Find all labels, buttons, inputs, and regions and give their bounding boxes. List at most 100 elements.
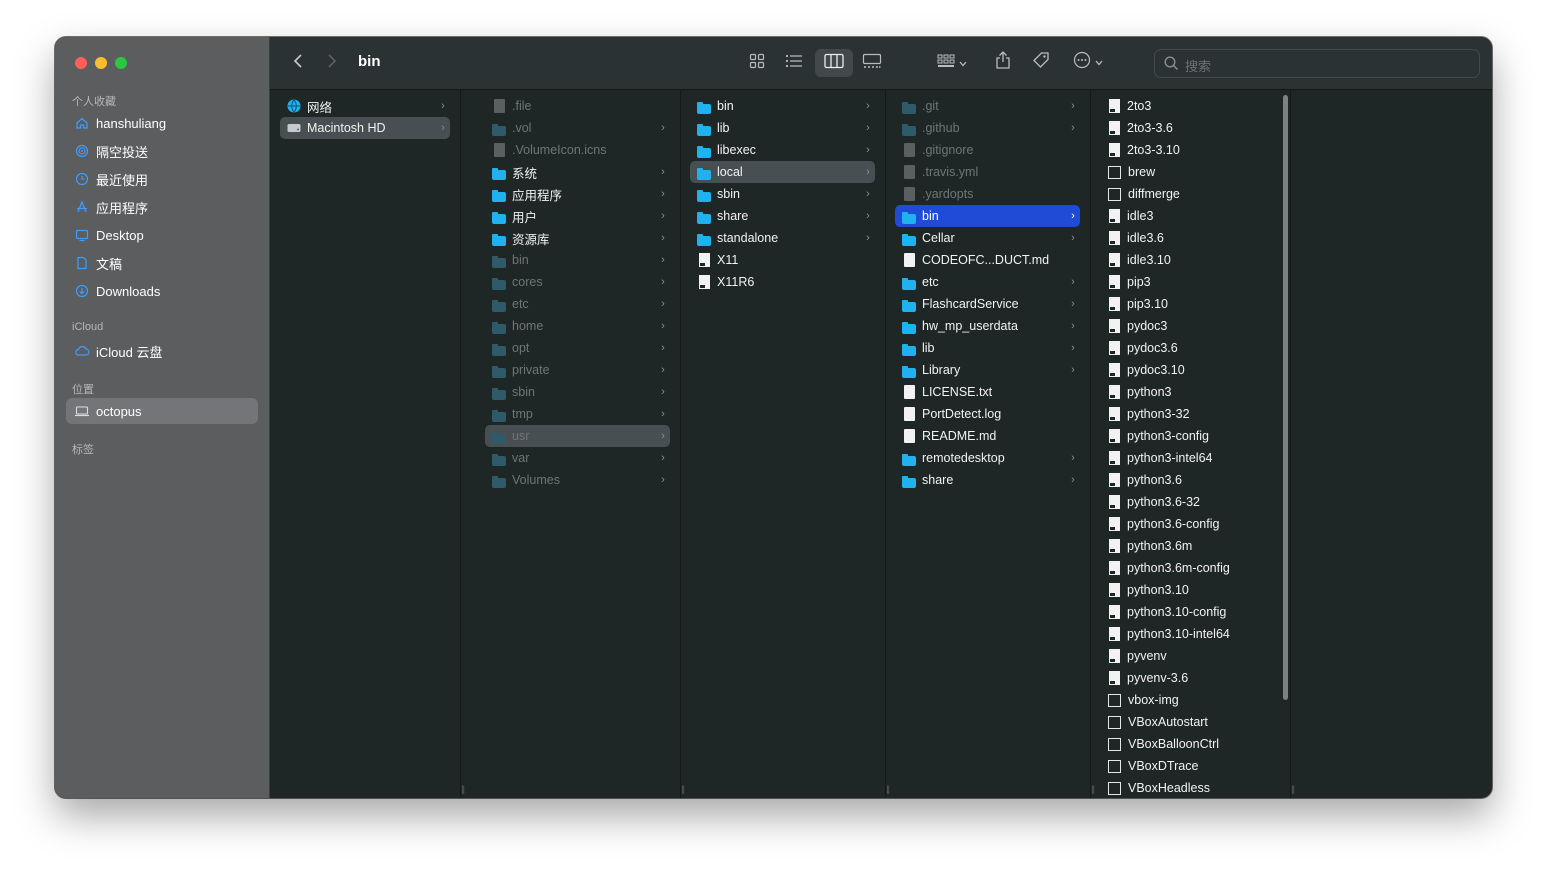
file-row[interactable]: bin › [690,95,875,117]
forward-button[interactable] [320,51,344,75]
file-row[interactable]: tmp › [485,403,670,425]
back-button[interactable] [286,51,310,75]
file-row[interactable]: Library › [895,359,1080,381]
file-row[interactable]: python3 [1100,381,1280,403]
file-row[interactable]: var › [485,447,670,469]
column-resize-handle[interactable]: || [1291,784,1295,794]
file-row[interactable]: brew [1100,161,1280,183]
file-row[interactable]: VBoxDTrace [1100,755,1280,777]
file-row[interactable]: idle3.6 [1100,227,1280,249]
file-row[interactable]: PortDetect.log [895,403,1080,425]
file-row[interactable]: standalone › [690,227,875,249]
file-row[interactable]: VBoxBalloonCtrl [1100,733,1280,755]
vertical-scrollbar[interactable] [1283,95,1288,700]
tags-button[interactable] [1028,49,1054,75]
file-row[interactable]: VBoxAutostart [1100,711,1280,733]
file-row[interactable]: idle3 [1100,205,1280,227]
column-resize-handle[interactable]: || [461,784,465,794]
sidebar-item-desktop[interactable]: Desktop [66,222,258,248]
file-row[interactable]: 2to3 [1100,95,1280,117]
file-row[interactable]: .yardopts [895,183,1080,205]
file-row[interactable]: python3.10 [1100,579,1280,601]
file-row[interactable]: python3.10-config [1100,601,1280,623]
file-row[interactable]: sbin › [485,381,670,403]
file-row[interactable]: README.md [895,425,1080,447]
file-row[interactable]: .gitignore [895,139,1080,161]
sidebar-item-octopus[interactable]: octopus [66,398,258,424]
file-row[interactable]: 用户 › [485,205,670,227]
file-row[interactable]: etc › [895,271,1080,293]
file-row[interactable]: .file [485,95,670,117]
file-row[interactable]: python3.10-intel64 [1100,623,1280,645]
file-row[interactable]: cores › [485,271,670,293]
file-row[interactable]: lib › [690,117,875,139]
file-row[interactable]: .vol › [485,117,670,139]
file-row[interactable]: .VolumeIcon.icns [485,139,670,161]
file-row[interactable]: pyvenv-3.6 [1100,667,1280,689]
file-row[interactable]: 应用程序 › [485,183,670,205]
file-row[interactable]: pip3 [1100,271,1280,293]
sidebar-item-home[interactable]: hanshuliang [66,110,258,136]
file-row[interactable]: python3-config [1100,425,1280,447]
file-row[interactable]: pip3.10 [1100,293,1280,315]
file-row[interactable]: X11R6 [690,271,875,293]
sidebar-item-downloads[interactable]: Downloads [66,278,258,304]
file-row[interactable]: libexec › [690,139,875,161]
file-row[interactable]: share › [895,469,1080,491]
file-row[interactable]: python3.6-config [1100,513,1280,535]
file-row[interactable]: .git › [895,95,1080,117]
list-view-button[interactable] [779,51,809,75]
file-row[interactable]: Macintosh HD › [280,117,450,139]
file-row[interactable]: home › [485,315,670,337]
group-by-button[interactable] [932,51,972,75]
file-row[interactable]: usr › [485,425,670,447]
sidebar-item-applications[interactable]: 应用程序 [66,194,258,220]
file-row[interactable]: share › [690,205,875,227]
file-row[interactable]: python3-32 [1100,403,1280,425]
file-row[interactable]: .github › [895,117,1080,139]
file-row[interactable]: 网络 › [280,95,450,117]
file-row[interactable]: python3-intel64 [1100,447,1280,469]
file-row[interactable]: bin › [895,205,1080,227]
file-row[interactable]: Volumes › [485,469,670,491]
file-row[interactable]: Cellar › [895,227,1080,249]
file-row[interactable]: LICENSE.txt [895,381,1080,403]
file-row[interactable]: remotedesktop › [895,447,1080,469]
file-row[interactable]: lib › [895,337,1080,359]
zoom-window-button[interactable] [115,57,127,69]
minimize-window-button[interactable] [95,57,107,69]
file-row[interactable]: VBoxHeadless [1100,777,1280,798]
file-row[interactable]: 资源库 › [485,227,670,249]
file-row[interactable]: python3.6-32 [1100,491,1280,513]
sidebar-item-recents[interactable]: 最近使用 [66,166,258,192]
file-row[interactable]: pydoc3 [1100,315,1280,337]
action-menu-button[interactable] [1068,49,1108,75]
file-row[interactable]: 2to3-3.10 [1100,139,1280,161]
file-row[interactable]: CODEOFC...DUCT.md [895,249,1080,271]
file-row[interactable]: sbin › [690,183,875,205]
file-row[interactable]: idle3.10 [1100,249,1280,271]
file-row[interactable]: .travis.yml [895,161,1080,183]
sidebar-item-airdrop[interactable]: 隔空投送 [66,138,258,164]
file-row[interactable]: diffmerge [1100,183,1280,205]
file-row[interactable]: local › [690,161,875,183]
file-row[interactable]: 系统 › [485,161,670,183]
gallery-view-button[interactable] [856,51,888,75]
file-row[interactable]: opt › [485,337,670,359]
sidebar-item-documents[interactable]: 文稿 [66,250,258,276]
file-row[interactable]: 2to3-3.6 [1100,117,1280,139]
file-row[interactable]: pydoc3.10 [1100,359,1280,381]
column-view-button[interactable] [815,49,853,77]
file-row[interactable]: python3.6m [1100,535,1280,557]
file-row[interactable]: private › [485,359,670,381]
file-row[interactable]: bin › [485,249,670,271]
file-row[interactable]: pyvenv [1100,645,1280,667]
file-row[interactable]: pydoc3.6 [1100,337,1280,359]
file-row[interactable]: X11 [690,249,875,271]
file-row[interactable]: etc › [485,293,670,315]
file-row[interactable]: FlashcardService › [895,293,1080,315]
icon-view-button[interactable] [742,51,772,75]
file-row[interactable]: python3.6 [1100,469,1280,491]
search-field[interactable]: 搜索 [1154,49,1480,78]
file-row[interactable]: vbox-img [1100,689,1280,711]
